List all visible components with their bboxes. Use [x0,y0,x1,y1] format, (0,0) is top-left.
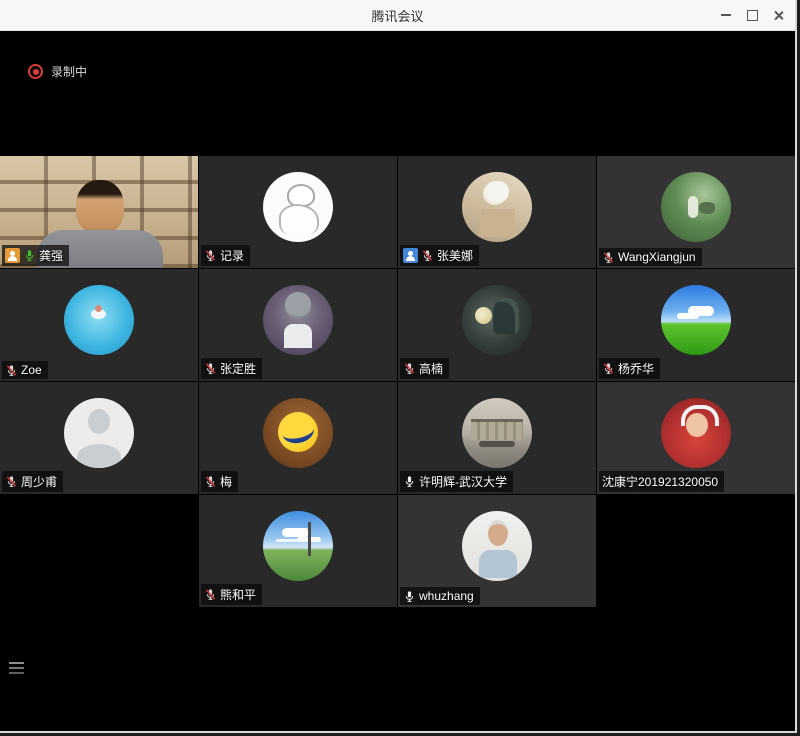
participant-name-label: 沈康宁201921320050 [599,471,724,492]
maximize-icon [747,10,758,21]
participant-name-label: 张定胜 [201,358,262,379]
participant-name: 杨乔华 [618,360,654,377]
meeting-window: 腾讯会议 录制中 龚强 [0,0,797,733]
minimize-button[interactable] [713,2,739,28]
participant-name-label: Zoe [2,361,48,379]
participant-name: 周少甫 [21,473,57,490]
mic-icon [5,364,18,377]
participant-tile[interactable]: 张美娜 [398,156,596,268]
mic-icon [204,249,217,262]
participant-avatar [661,398,731,468]
participant-tile[interactable]: 周少甫 [0,382,198,494]
participant-tile[interactable]: Zoe [0,269,198,381]
window-title: 腾讯会议 [371,6,423,25]
participant-tile[interactable]: 记录 [199,156,397,268]
window-controls [713,0,791,30]
participant-name: 梅 [220,473,232,490]
mic-icon [204,588,217,601]
close-icon [773,10,784,21]
role-badge [5,248,20,263]
participant-avatar [263,172,333,242]
participant-name-label: WangXiangjun [599,248,702,266]
participant-tile[interactable]: 张定胜 [199,269,397,381]
participant-name: 熊和平 [220,586,256,603]
minimize-icon [721,14,731,16]
mic-icon [5,475,18,488]
participant-name: 沈康宁201921320050 [602,473,718,490]
participant-name: WangXiangjun [618,250,696,264]
participant-avatar [462,398,532,468]
participant-name: 记录 [220,247,244,264]
participant-name: 张美娜 [437,247,473,264]
layout-toggle-button[interactable] [9,658,31,678]
participant-avatar [263,511,333,581]
participant-avatar [462,172,532,242]
mic-icon [403,475,416,488]
participant-name-label: 许明辉-武汉大学 [400,471,513,492]
participant-name-label: 高楠 [400,358,449,379]
participant-name: 张定胜 [220,360,256,377]
participant-avatar [462,285,532,355]
participant-avatar [263,285,333,355]
maximize-button[interactable] [739,2,765,28]
participant-tile[interactable]: 沈康宁201921320050 [597,382,795,494]
mic-icon [602,362,615,375]
mic-icon [23,249,36,262]
participant-tile[interactable]: 梅 [199,382,397,494]
participant-name: 许明辉-武汉大学 [419,473,507,490]
participant-name-label: whuzhang [400,587,480,605]
mic-icon [421,249,434,262]
recording-indicator: 录制中 [28,63,87,80]
mic-icon [602,251,615,264]
participant-name-label: 周少甫 [2,471,63,492]
participant-name-label: 龚强 [2,245,69,266]
list-layout-icon [9,662,24,664]
participant-avatar [263,398,333,468]
recording-dot-icon [28,64,43,79]
role-badge [403,248,418,263]
mic-icon [403,362,416,375]
mic-icon [403,590,416,603]
participant-name: whuzhang [419,589,474,603]
participant-grid: 龚强 记录 张美娜 [0,156,795,607]
mic-icon [204,362,217,375]
participant-tile[interactable]: whuzhang [398,495,596,607]
participant-name-label: 记录 [201,245,250,266]
close-button[interactable] [765,2,791,28]
participant-avatar [661,285,731,355]
participant-tile[interactable]: 龚强 [0,156,198,268]
participant-name: 高楠 [419,360,443,377]
mic-icon [204,475,217,488]
participant-tile[interactable]: 高楠 [398,269,596,381]
meeting-area: 录制中 龚强 记录 [0,31,795,731]
participant-name-label: 熊和平 [201,584,262,605]
titlebar: 腾讯会议 [0,0,795,31]
participant-tile[interactable]: 杨乔华 [597,269,795,381]
recording-label: 录制中 [51,63,87,80]
participant-avatar [462,511,532,581]
participant-name-label: 梅 [201,471,238,492]
participant-name: Zoe [21,363,42,377]
participant-name: 龚强 [39,247,63,264]
participant-avatar [661,172,731,242]
participant-tile[interactable]: WangXiangjun [597,156,795,268]
participant-name-label: 杨乔华 [599,358,660,379]
participant-name-label: 张美娜 [400,245,479,266]
participant-avatar [64,398,134,468]
participant-tile[interactable]: 许明辉-武汉大学 [398,382,596,494]
participant-tile[interactable]: 熊和平 [199,495,397,607]
participant-avatar [64,285,134,355]
